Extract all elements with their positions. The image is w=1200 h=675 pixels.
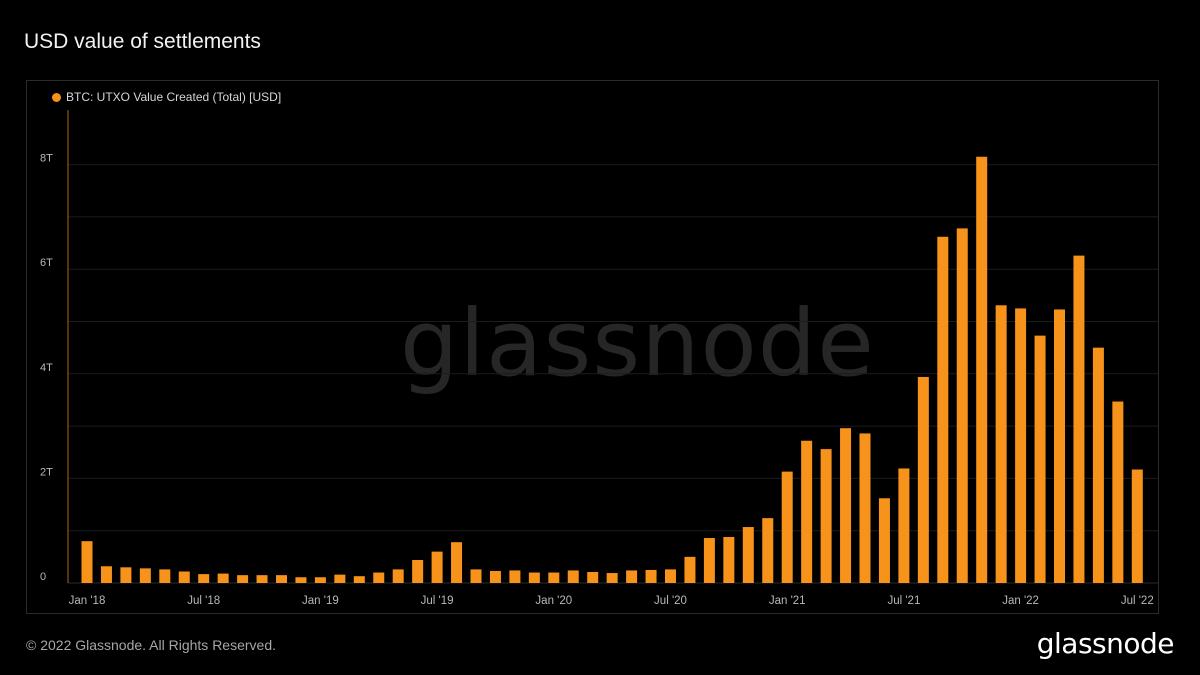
- glassnode-logo[interactable]: glassnode: [1037, 627, 1175, 660]
- bar: [878, 498, 890, 583]
- bar: [684, 556, 696, 583]
- bar: [100, 566, 112, 583]
- y-tick-label: 2T: [40, 466, 53, 478]
- bar: [451, 542, 463, 583]
- bar: [120, 567, 132, 583]
- bar: [723, 536, 735, 583]
- x-tick-label: Jan '22: [1002, 595, 1039, 607]
- bar: [645, 569, 657, 583]
- bar: [1131, 469, 1143, 583]
- bar: [917, 376, 929, 583]
- x-tick-label: Jul '19: [421, 595, 454, 607]
- bar: [159, 569, 171, 583]
- x-tick-label: Jul '22: [1121, 595, 1154, 607]
- bar: [1073, 255, 1085, 584]
- bar: [1054, 309, 1065, 583]
- bar: [606, 573, 618, 583]
- bar: [859, 433, 871, 583]
- x-tick-label: Jan '20: [535, 595, 572, 607]
- bar: [801, 440, 813, 583]
- bar: [528, 572, 540, 583]
- bar: [1092, 347, 1104, 583]
- bar: [956, 228, 968, 583]
- x-tick-label: Jan '19: [302, 595, 339, 607]
- y-tick-label: 6T: [40, 257, 53, 269]
- bar: [1015, 308, 1027, 583]
- bar: [995, 305, 1007, 583]
- x-tick-label: Jul '18: [187, 595, 220, 607]
- bar: [198, 574, 210, 583]
- bar-chart: 0 2T 4T 6T 8T Jan '18 Jul '18 Jan '19 Jul '19 Jan…: [40, 110, 1158, 607]
- x-tick-label: Jul '20: [654, 595, 687, 607]
- bar: [1034, 335, 1046, 583]
- bar: [548, 572, 560, 583]
- bar: [217, 573, 229, 583]
- bar: [431, 551, 443, 583]
- x-tick-label: Jan '21: [769, 595, 806, 607]
- y-tick-label: 0: [40, 571, 46, 583]
- bar: [373, 572, 385, 583]
- bar: [976, 156, 988, 583]
- bar: [703, 538, 715, 583]
- bar: [489, 570, 501, 583]
- bar: [587, 572, 599, 583]
- bar: [840, 428, 852, 583]
- bar: [509, 570, 521, 583]
- bar: [665, 569, 676, 583]
- x-tick-label: Jan '18: [69, 595, 106, 607]
- bar: [139, 568, 151, 583]
- bar: [470, 569, 482, 583]
- bar: [81, 541, 93, 583]
- bar: [178, 571, 190, 583]
- bar: [237, 575, 249, 583]
- bar: [567, 570, 579, 583]
- y-tick-label: 4T: [40, 362, 53, 374]
- bar: [820, 449, 832, 583]
- bar: [742, 527, 754, 583]
- copyright-footer: © 2022 Glassnode. All Rights Reserved.: [26, 637, 277, 653]
- bar: [256, 575, 268, 583]
- bar: [762, 518, 774, 583]
- bar: [781, 471, 793, 583]
- bar: [1112, 401, 1124, 583]
- bar: [276, 575, 287, 583]
- bar: [314, 577, 326, 583]
- bar: [412, 559, 424, 583]
- bar: [353, 576, 365, 583]
- y-tick-label: 8T: [40, 153, 53, 165]
- x-tick-label: Jul '21: [887, 595, 920, 607]
- bar: [334, 574, 346, 583]
- bar: [937, 236, 949, 584]
- bar: [626, 570, 638, 583]
- bar: [898, 468, 910, 583]
- bar: [295, 577, 307, 583]
- bar: [392, 569, 404, 583]
